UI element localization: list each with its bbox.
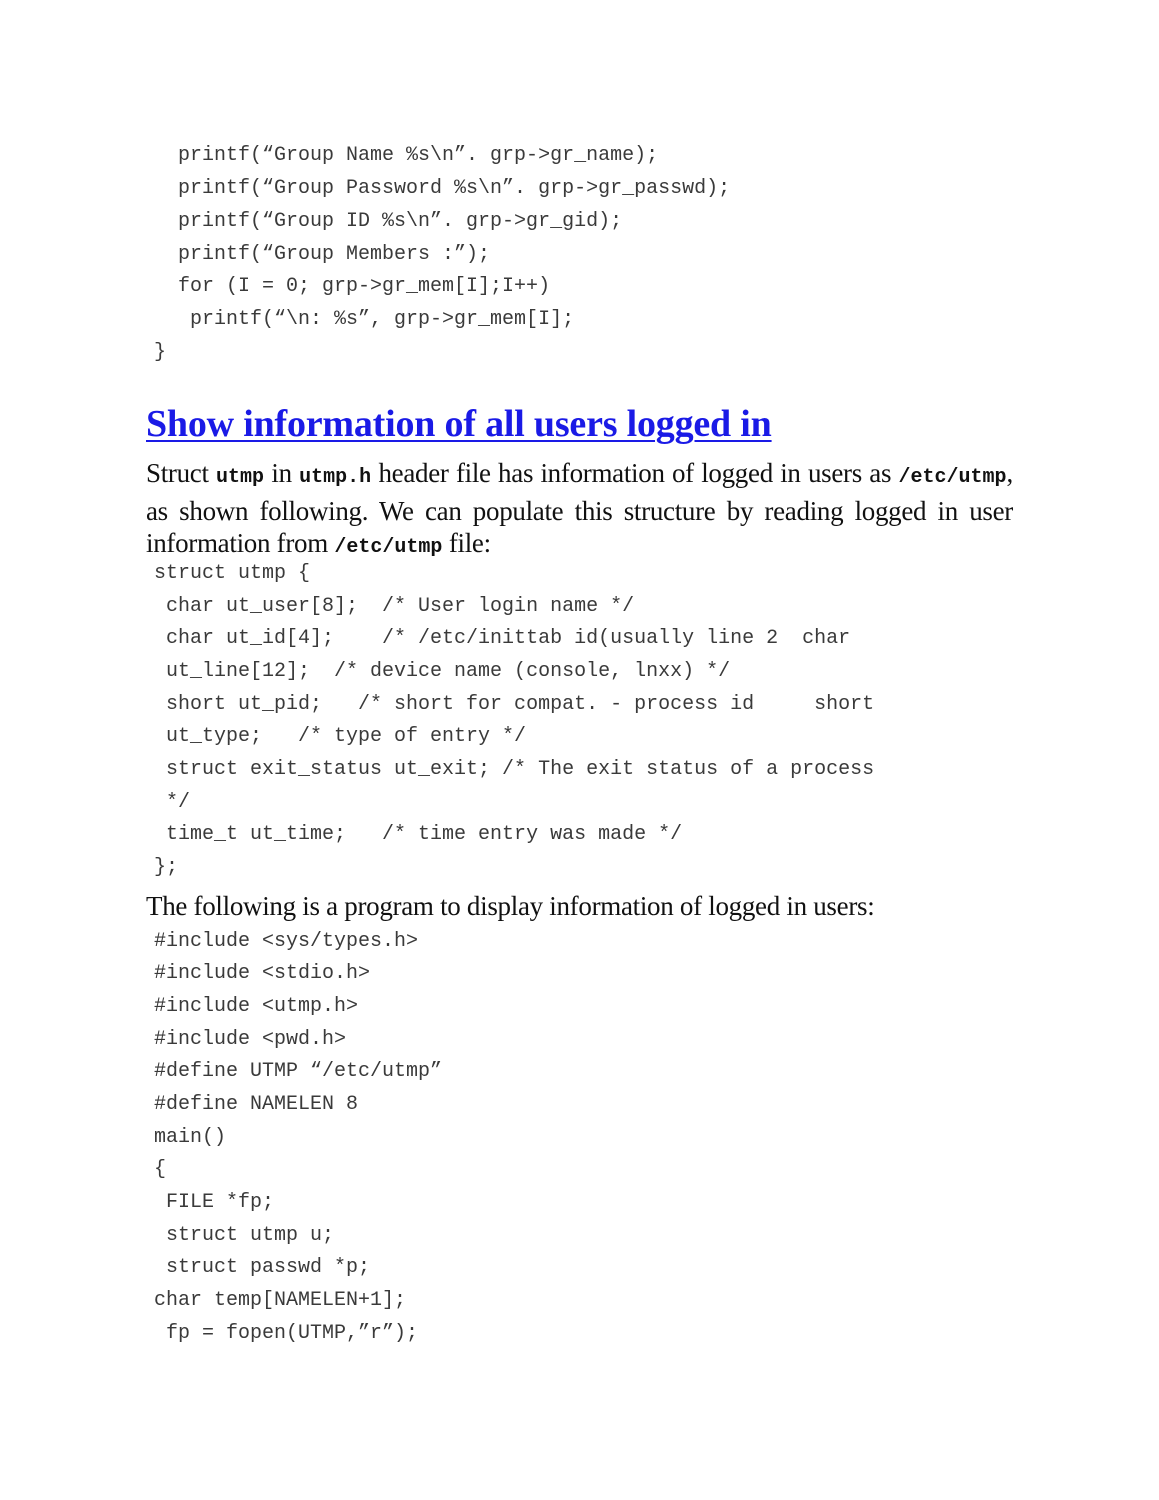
inline-code-etc-utmp: /etc/utmp	[334, 536, 443, 559]
code-line: #define UTMP “/etc/utmp”	[142, 1060, 443, 1083]
code-line: #define NAMELEN 8	[142, 1093, 359, 1116]
section-heading-link[interactable]: Show information of all users logged in	[146, 402, 772, 446]
intro-text: Struct	[146, 458, 217, 488]
code-line: #include <stdio.h>	[142, 962, 371, 985]
intro-paragraph: Struct utmp in utmp.h header file has in…	[146, 457, 1013, 565]
code-line: };	[142, 856, 179, 879]
code-line: struct passwd *p;	[142, 1256, 371, 1279]
code-line: ut_type; /* type of entry */	[142, 725, 527, 748]
intro-text: header file has information of logged in…	[371, 458, 899, 488]
code-line: printf(“Group Members :”);	[154, 243, 491, 266]
inline-code-utmp: utmp	[216, 466, 265, 489]
code-line: printf(“Group ID %s\n”. grp->gr_gid);	[154, 210, 623, 233]
code-line: #include <sys/types.h>	[142, 930, 419, 953]
code-line: FILE *fp;	[142, 1191, 275, 1214]
inline-code-etc-utmp: /etc/utmp	[898, 466, 1007, 489]
program-intro-text: The following is a program to display in…	[146, 891, 875, 921]
code-line: #include <utmp.h>	[142, 995, 359, 1018]
intro-text: file:	[442, 528, 491, 558]
code-line: */	[142, 791, 191, 814]
code-line: char ut_id[4]; /* /etc/inittab id(usuall…	[142, 627, 851, 650]
code-line: #include <pwd.h>	[142, 1028, 347, 1051]
code-line: }	[154, 341, 167, 364]
code-line: for (I = 0; grp->gr_mem[I];I++)	[154, 275, 551, 298]
code-line: char temp[NAMELEN+1];	[142, 1289, 407, 1312]
code-line: printf(“Group Name %s\n”. grp->gr_name);	[154, 144, 659, 167]
code-line: char ut_user[8]; /* User login name */	[142, 595, 635, 618]
code-line: {	[142, 1158, 167, 1181]
code-line: struct exit_status ut_exit; /* The exit …	[142, 758, 875, 781]
code-line: printf(“Group Password %s\n”. grp->gr_pa…	[154, 177, 731, 200]
code-line: main()	[142, 1126, 227, 1149]
code-line: ut_line[12]; /* device name (console, ln…	[142, 660, 731, 683]
code-line: printf(“\n: %s”, grp->gr_mem[I];	[154, 308, 575, 331]
inline-code-utmp-h: utmp.h	[299, 466, 372, 489]
code-line: time_t ut_time; /* time entry was made *…	[142, 823, 683, 846]
code-line: struct utmp u;	[142, 1224, 335, 1247]
intro-text: in	[264, 458, 300, 488]
code-line: short ut_pid; /* short for compat. - pro…	[142, 693, 875, 716]
code-line: fp = fopen(UTMP,”r”);	[142, 1322, 419, 1345]
code-line: struct utmp {	[142, 562, 311, 585]
